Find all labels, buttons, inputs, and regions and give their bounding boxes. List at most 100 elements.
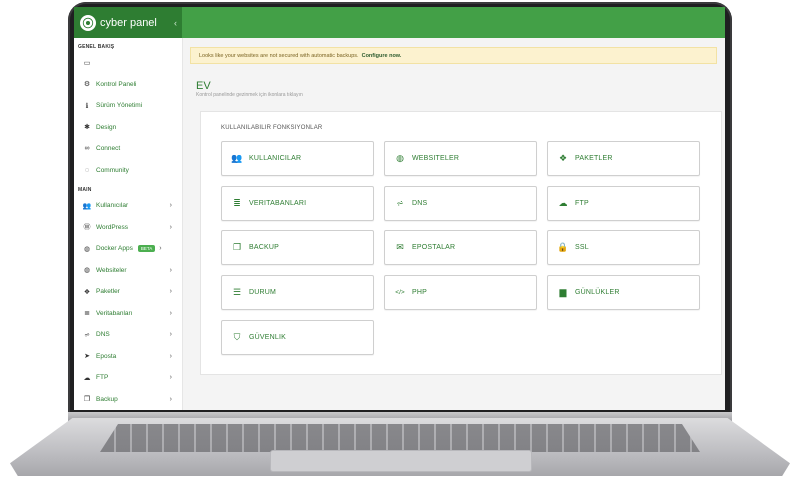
sidebar-item-design[interactable]: ✱ Design	[74, 117, 182, 139]
function-label: KULLANICILAR	[249, 155, 302, 162]
file-icon: ▆	[559, 287, 567, 297]
sidebar-item-label: Sürüm Yönetimi	[96, 102, 143, 110]
cog-icon: ✱	[84, 124, 90, 132]
function-card-ftp[interactable]: ☁ FTP	[547, 186, 700, 221]
function-card-databases[interactable]: ≣ VERITABANLARI	[221, 186, 374, 221]
database-icon: ≣	[84, 310, 90, 318]
copy-icon: ❐	[232, 242, 242, 252]
function-card-users[interactable]: 👥 KULLANICILAR	[221, 141, 374, 176]
sidebar-item-websites[interactable]: ◍ Websiteler ›	[74, 260, 182, 282]
shield-icon: ⛉	[233, 332, 241, 342]
sidebar-item-version-management[interactable]: ℹ Sürüm Yönetimi	[74, 95, 182, 117]
sidebar-item-wordpress[interactable]: Ⓦ WordPress ›	[74, 217, 182, 239]
sidebar-item-users[interactable]: 👥 Kullanıcılar ›	[74, 195, 182, 217]
section-title-main: MAIN	[78, 187, 92, 193]
sidebar-item-email[interactable]: ➤ Eposta ›	[74, 346, 182, 368]
sidebar-item-dashboard[interactable]: ⚙ Kontrol Paneli	[74, 74, 182, 96]
alert-text: Looks like your websites are not secured…	[199, 52, 359, 59]
laptop-trackpad	[270, 450, 532, 472]
sidebar-item-label: Websiteler	[96, 266, 127, 274]
functions-title: KULLANILABILIR FONKSIYONLAR	[221, 125, 323, 131]
laptop-keyboard	[100, 424, 700, 452]
globe-icon: ◍	[396, 153, 404, 163]
function-card-websites[interactable]: ◍ WEBSITELER	[384, 141, 537, 176]
function-label: FTP	[575, 200, 589, 207]
function-card-packages[interactable]: ❖ PAKETLER	[547, 141, 700, 176]
beta-badge: BETA	[137, 245, 156, 253]
sidebar-item-label: Kontrol Paneli	[96, 80, 137, 88]
chat-icon: ◌	[84, 166, 90, 174]
function-label: SSL	[575, 244, 589, 251]
function-label: EPOSTALAR	[412, 244, 456, 251]
users-icon: 👥	[82, 202, 92, 210]
sidebar-item-home[interactable]: ▭	[74, 52, 182, 74]
chevron-right-icon: ›	[169, 223, 172, 231]
function-label: GÜVENLIK	[249, 334, 286, 341]
packages-icon: ❖	[83, 288, 91, 296]
collapse-sidebar-icon[interactable]: ‹	[174, 18, 177, 28]
sidebar-item-label: Backup	[96, 395, 118, 403]
sidebar-item-backup[interactable]: ❐ Backup ›	[74, 389, 182, 411]
function-card-security[interactable]: ⛉ GÜVENLIK	[221, 320, 374, 355]
sidebar-item-dns[interactable]: ⩫ DNS ›	[74, 324, 182, 346]
page-title: EV	[196, 80, 211, 92]
function-card-logs[interactable]: ▆ GÜNLÜKLER	[547, 275, 700, 310]
laptop-screen: ⦿ cyber panel ‹ GENEL BAKIŞ ▭ ⚙ Kontrol …	[74, 7, 725, 410]
sidebar-item-ftp[interactable]: ☁ FTP ›	[74, 367, 182, 389]
info-icon: ℹ	[85, 102, 89, 110]
chevron-right-icon: ›	[169, 309, 172, 317]
page-subtitle: Kontrol panelinde gezinmek için ikonlara…	[196, 92, 303, 98]
function-label: PAKETLER	[575, 155, 613, 162]
server-icon: ☰	[232, 287, 242, 297]
chevron-right-icon: ›	[169, 395, 172, 403]
globe-icon: ◍	[83, 267, 91, 275]
function-card-status[interactable]: ☰ DURUM	[221, 275, 374, 310]
sidebar-item-label: FTP	[96, 374, 109, 382]
packages-icon: ❖	[558, 153, 568, 163]
sidebar-item-databases[interactable]: ≣ Veritabanları ›	[74, 303, 182, 325]
wordpress-icon: Ⓦ	[83, 224, 91, 232]
function-label: DURUM	[249, 289, 277, 296]
cloud-upload-icon: ☁	[558, 198, 568, 208]
main-content: Looks like your websites are not secured…	[182, 38, 725, 410]
section-title-general: GENEL BAKIŞ	[78, 44, 115, 50]
cloud-upload-icon: ☁	[83, 374, 91, 382]
logo-bar: ⦿ cyber panel ‹	[74, 7, 182, 38]
database-icon: ≣	[233, 198, 241, 208]
sidebar-item-connect[interactable]: ∞ Connect	[74, 138, 182, 160]
paper-plane-icon: ➤	[84, 353, 90, 361]
function-card-php[interactable]: </> PHP	[384, 275, 537, 310]
copy-icon: ❐	[83, 396, 91, 404]
function-label: PHP	[412, 289, 427, 296]
sidebar-item-label: Design	[96, 123, 117, 131]
brand-name[interactable]: cyber panel	[100, 17, 157, 29]
sidebar-item-label: Docker Apps	[96, 245, 133, 253]
chevron-right-icon: ›	[169, 202, 172, 210]
backup-alert: Looks like your websites are not secured…	[190, 47, 717, 64]
sidebar-item-community[interactable]: ◌ Community	[74, 160, 182, 182]
top-bar	[182, 7, 725, 38]
dashboard-icon: ⚙	[83, 81, 91, 89]
envelope-icon: ✉	[396, 242, 404, 252]
sitemap-icon: ⩫	[84, 331, 90, 339]
function-card-dns[interactable]: ⩫ DNS	[384, 186, 537, 221]
chevron-right-icon: ›	[159, 245, 162, 253]
link-icon: ∞	[84, 145, 90, 153]
function-card-backup[interactable]: ❐ BACKUP	[221, 230, 374, 265]
sidebar-item-label: Veritabanları	[96, 309, 133, 317]
function-label: DNS	[412, 200, 428, 207]
logo-icon[interactable]: ⦿	[80, 14, 96, 31]
sidebar-item-label: Community	[96, 166, 129, 174]
sidebar-item-label: Connect	[96, 145, 121, 153]
monitor-icon: ▭	[83, 59, 91, 67]
function-card-email[interactable]: ✉ EPOSTALAR	[384, 230, 537, 265]
function-label: VERITABANLARI	[249, 200, 307, 207]
lock-icon: 🔒	[557, 242, 569, 252]
sidebar-item-docker-apps[interactable]: ◍ Docker Apps BETA ›	[74, 238, 182, 260]
functions-panel: KULLANILABILIR FONKSIYONLAR 👥 KULLANICIL…	[200, 111, 722, 375]
configure-now-link[interactable]: Configure now.	[362, 53, 402, 59]
function-card-ssl[interactable]: 🔒 SSL	[547, 230, 700, 265]
sidebar-item-packages[interactable]: ❖ Paketler ›	[74, 281, 182, 303]
sidebar-item-label: Eposta	[96, 352, 117, 360]
sidebar-item-label: DNS	[96, 331, 110, 339]
